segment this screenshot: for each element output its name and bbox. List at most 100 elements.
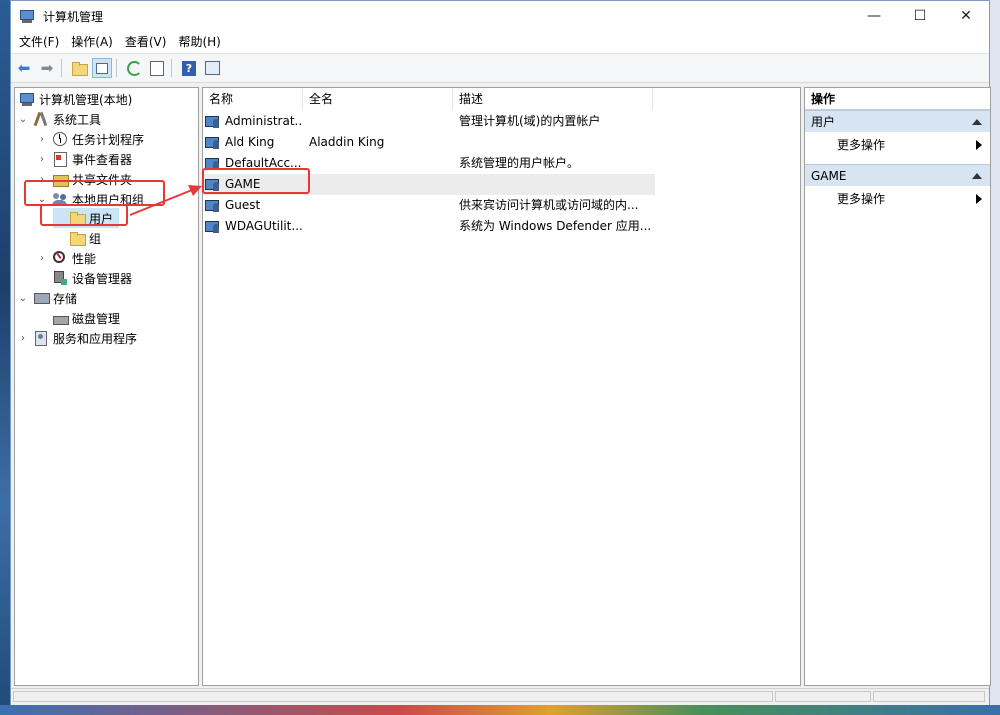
- chevron-down-icon[interactable]: ⌄: [17, 293, 29, 304]
- up-folder-icon: [71, 60, 88, 76]
- desktop-background-right: [990, 0, 1000, 715]
- cell-description: 系统为 Windows Defender 应用...: [459, 219, 651, 233]
- cell-name: Ald King: [225, 135, 275, 149]
- status-segment: [775, 691, 871, 702]
- up-folder-button[interactable]: [69, 58, 89, 78]
- submenu-arrow-icon: [976, 194, 982, 204]
- action-label: 更多操作: [837, 138, 886, 152]
- cell-description: 供来宾访问计算机或访问域的内...: [459, 198, 639, 212]
- user-icon: [205, 113, 221, 129]
- disk-icon: [52, 310, 69, 326]
- tree-item-storage[interactable]: ⌄ 存储: [17, 288, 77, 308]
- annotation-box-game: [202, 168, 310, 194]
- cell-fullname: [309, 174, 449, 195]
- tree-item-task-scheduler[interactable]: › 任务计划程序: [36, 129, 144, 149]
- status-bar: [11, 688, 989, 705]
- submenu-arrow-icon: [976, 140, 982, 150]
- menu-help[interactable]: 帮助(H): [172, 31, 226, 53]
- properties-button[interactable]: [202, 58, 222, 78]
- chevron-right-icon[interactable]: ›: [36, 154, 48, 165]
- help-icon: ?: [182, 60, 196, 76]
- user-icon: [205, 134, 221, 150]
- tree-label: 性能: [72, 251, 97, 266]
- tree-label: 服务和应用程序: [53, 331, 138, 346]
- tree-label: 任务计划程序: [72, 132, 145, 147]
- table-row[interactable]: WDAGUtilit... 系统为 Windows Defender 应用...: [203, 216, 655, 237]
- services-icon: [33, 330, 49, 346]
- tree-label: 计算机管理(本地): [39, 92, 133, 107]
- cell-fullname: [309, 216, 449, 237]
- folder-icon: [69, 230, 86, 246]
- cell-name: Administrat...: [225, 114, 303, 128]
- menu-view[interactable]: 查看(V): [119, 31, 173, 53]
- column-header-name[interactable]: 名称: [203, 88, 303, 110]
- tree-item-root[interactable]: 计算机管理(本地): [15, 89, 132, 109]
- forward-button[interactable]: ➡: [37, 58, 57, 78]
- toolbar-separator: [116, 59, 117, 77]
- title-bar[interactable]: 计算机管理 — ☐ ✕: [11, 1, 989, 31]
- tree-item-performance[interactable]: › 性能: [36, 248, 96, 268]
- table-row[interactable]: Administrat... 管理计算机(域)的内置帐户: [203, 111, 655, 132]
- cell-fullname: [309, 153, 449, 174]
- cell-name: Guest: [225, 198, 261, 212]
- tree-label: 存储: [53, 291, 78, 306]
- tree-label: 组: [89, 231, 102, 246]
- tree-item-groups[interactable]: 组: [53, 228, 101, 248]
- tree-item-event-viewer[interactable]: › 事件查看器: [36, 149, 132, 169]
- collapse-up-icon[interactable]: [972, 173, 982, 179]
- annotation-box-users: [40, 204, 128, 226]
- tree-item-system-tools[interactable]: ⌄ 系统工具: [17, 109, 101, 129]
- more-actions-users[interactable]: 更多操作: [805, 134, 990, 156]
- show-tree-button[interactable]: [92, 58, 112, 78]
- chevron-right-icon[interactable]: ›: [17, 333, 29, 344]
- table-row[interactable]: Guest 供来宾访问计算机或访问域的内...: [203, 195, 655, 216]
- menu-bar: 文件(F) 操作(A) 查看(V) 帮助(H): [11, 31, 989, 54]
- user-icon: [205, 218, 221, 234]
- actions-header: 操作: [805, 88, 990, 110]
- maximize-button[interactable]: ☐: [897, 1, 943, 31]
- tree-label: 磁盘管理: [72, 311, 121, 326]
- tools-icon: [33, 111, 49, 127]
- toolbar-separator: [61, 59, 62, 77]
- table-row[interactable]: Ald King Aladdin King: [203, 132, 655, 153]
- properties-icon: [204, 61, 220, 75]
- more-actions-game[interactable]: 更多操作: [805, 188, 990, 210]
- tree-item-disk-management[interactable]: 磁盘管理: [48, 308, 120, 328]
- section-title: 用户: [811, 115, 836, 129]
- tree-item-services-apps[interactable]: › 服务和应用程序: [17, 328, 137, 348]
- menu-file[interactable]: 文件(F): [13, 31, 65, 53]
- tree-item-device-manager[interactable]: 设备管理器: [48, 268, 132, 288]
- performance-icon: [52, 250, 68, 266]
- section-title: GAME: [811, 169, 847, 183]
- cell-name: WDAGUtilit...: [225, 219, 303, 233]
- tree-label: 事件查看器: [72, 152, 133, 167]
- close-button[interactable]: ✕: [943, 1, 989, 31]
- status-segment: [13, 691, 773, 702]
- column-header-description[interactable]: 描述: [453, 88, 653, 110]
- navigation-tree: 计算机管理(本地) ⌄ 系统工具 › 任务计划程序 › 事件查看器 › 共享文件…: [14, 87, 199, 686]
- minimize-button[interactable]: —: [851, 1, 897, 31]
- actions-section-game[interactable]: GAME: [805, 164, 990, 186]
- chevron-down-icon[interactable]: ⌄: [17, 114, 29, 125]
- back-button[interactable]: ⬅: [14, 58, 34, 78]
- actions-section-users[interactable]: 用户: [805, 110, 990, 132]
- taskbar-strip: [0, 705, 1000, 715]
- cell-description: [459, 174, 651, 195]
- menu-action[interactable]: 操作(A): [65, 31, 119, 53]
- collapse-up-icon[interactable]: [972, 119, 982, 125]
- toolbar: ⬅ ➡ ?: [11, 54, 989, 83]
- column-header-fullname[interactable]: 全名: [303, 88, 453, 110]
- clock-icon: [52, 131, 68, 147]
- cell-description: [459, 132, 651, 153]
- cell-fullname: Aladdin King: [309, 135, 385, 149]
- device-manager-icon: [52, 270, 68, 286]
- export-button[interactable]: [147, 58, 167, 78]
- show-tree-icon: [96, 62, 108, 74]
- help-button[interactable]: ?: [179, 58, 199, 78]
- forward-icon: ➡: [40, 59, 54, 77]
- computer-management-window: 计算机管理 — ☐ ✕ 文件(F) 操作(A) 查看(V) 帮助(H) ⬅ ➡: [10, 0, 991, 705]
- refresh-button[interactable]: [124, 58, 144, 78]
- cell-description: 管理计算机(域)的内置帐户: [459, 114, 601, 128]
- chevron-right-icon[interactable]: ›: [36, 253, 48, 264]
- chevron-right-icon[interactable]: ›: [36, 134, 48, 145]
